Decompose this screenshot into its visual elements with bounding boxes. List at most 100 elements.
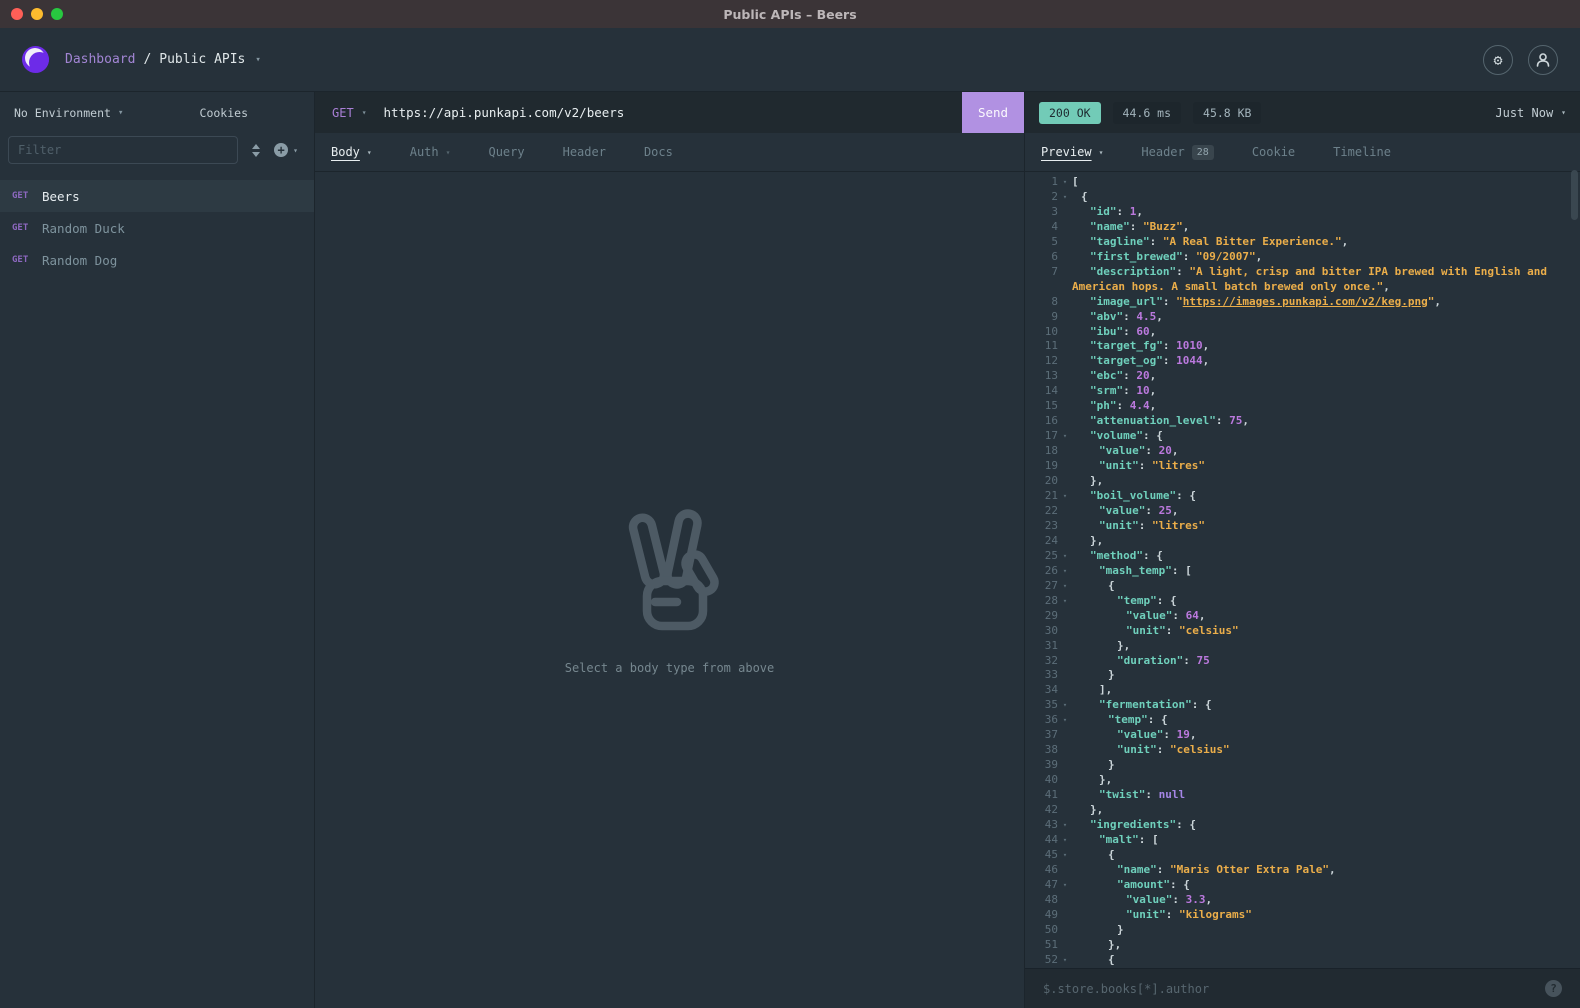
request-tab-body[interactable]: Body▾ (315, 133, 391, 171)
fold-arrow-icon[interactable]: ▾ (1058, 175, 1072, 190)
code-line: 43▾"ingredients": { (1025, 818, 1580, 833)
code-line: 34], (1025, 683, 1580, 698)
fold-spacer (1058, 325, 1072, 340)
line-number: 32 (1025, 654, 1058, 669)
breadcrumb-workspace[interactable]: Public APIs (159, 52, 245, 67)
request-list-item-random-duck[interactable]: GETRandom Duck (0, 212, 314, 244)
cookies-button[interactable]: Cookies (200, 106, 248, 120)
fold-spacer (1058, 803, 1072, 818)
response-tab-timeline[interactable]: Timeline (1314, 133, 1410, 171)
code-text: }, (1072, 773, 1580, 788)
minimize-window-button[interactable] (31, 8, 43, 20)
code-text: }, (1072, 639, 1580, 654)
line-number: 52 (1025, 953, 1058, 968)
json-token: "volume" (1090, 429, 1143, 442)
code-text: "value": 19, (1072, 728, 1580, 743)
url-input[interactable]: https://api.punkapi.com/v2/beers (381, 92, 962, 133)
fold-arrow-icon[interactable]: ▾ (1058, 878, 1072, 893)
response-history-dropdown[interactable]: Just Now ▾ (1495, 106, 1566, 120)
code-text: "id": 1, (1072, 205, 1580, 220)
json-token: : { (1176, 818, 1196, 831)
zoom-window-button[interactable] (51, 8, 63, 20)
fold-spacer (1058, 444, 1072, 459)
json-token: }, (1090, 803, 1103, 816)
http-method-tag: GET (12, 255, 42, 265)
request-tab-query[interactable]: Query (469, 133, 543, 171)
request-list-item-beers[interactable]: GETBeers (0, 180, 314, 212)
code-line: 3"id": 1, (1025, 205, 1580, 220)
json-token: "srm" (1090, 384, 1123, 397)
line-number: 29 (1025, 609, 1058, 624)
help-button[interactable]: ? (1545, 980, 1562, 997)
code-text: "fermentation": { (1072, 698, 1580, 713)
breadcrumb-dashboard-link[interactable]: Dashboard (65, 52, 135, 67)
request-tab-auth[interactable]: Auth▾ (391, 133, 470, 171)
request-list-item-random-dog[interactable]: GETRandom Dog (0, 244, 314, 276)
chevron-down-icon: ▾ (1561, 108, 1566, 117)
fold-arrow-icon[interactable]: ▾ (1058, 848, 1072, 863)
scrollbar-thumb[interactable] (1571, 170, 1578, 220)
chevron-down-icon: ▾ (446, 148, 451, 157)
request-tab-docs[interactable]: Docs (625, 133, 692, 171)
json-link[interactable]: https://images.punkapi.com/v2/keg.png (1183, 295, 1428, 308)
method-dropdown[interactable]: GET ▾ (315, 92, 381, 133)
fold-spacer (1058, 504, 1072, 519)
code-text: }, (1072, 803, 1580, 818)
response-filter-input[interactable] (1043, 982, 1535, 996)
json-token: "first_brewed" (1090, 250, 1183, 263)
request-name: Random Dog (42, 253, 117, 268)
json-token: "temp" (1108, 713, 1148, 726)
fold-spacer (1058, 310, 1072, 325)
sort-button[interactable] (250, 140, 262, 161)
add-request-button[interactable]: + ▾ (274, 143, 298, 157)
traffic-lights (0, 8, 63, 20)
insomnia-logo-icon[interactable] (22, 46, 49, 73)
close-window-button[interactable] (11, 8, 23, 20)
fold-arrow-icon[interactable]: ▾ (1058, 818, 1072, 833)
json-token: : (1183, 654, 1196, 667)
json-token: , (1329, 863, 1336, 876)
settings-button[interactable]: ⚙ (1483, 45, 1513, 75)
fold-arrow-icon[interactable]: ▾ (1058, 833, 1072, 848)
code-line: 49"unit": "kilograms" (1025, 908, 1580, 923)
response-tab-header[interactable]: Header28 (1122, 133, 1232, 171)
code-text: "value": 25, (1072, 504, 1580, 519)
fold-arrow-icon[interactable]: ▾ (1058, 564, 1072, 579)
filter-input[interactable] (8, 136, 238, 164)
response-tab-preview[interactable]: Preview▾ (1025, 133, 1122, 171)
code-line: 40}, (1025, 773, 1580, 788)
fold-arrow-icon[interactable]: ▾ (1058, 190, 1072, 205)
fold-spacer (1058, 863, 1072, 878)
fold-arrow-icon[interactable]: ▾ (1058, 549, 1072, 564)
send-button[interactable]: Send (962, 92, 1024, 133)
json-token: 1010 (1176, 339, 1203, 352)
json-token: "value" (1126, 893, 1172, 906)
line-number: 38 (1025, 743, 1058, 758)
json-token: : (1166, 908, 1179, 921)
json-token: , (1150, 384, 1157, 397)
line-number: 28 (1025, 594, 1058, 609)
json-token: 64 (1186, 609, 1199, 622)
fold-arrow-icon[interactable]: ▾ (1058, 579, 1072, 594)
chevron-down-icon[interactable]: ▾ (255, 55, 260, 65)
fold-arrow-icon[interactable]: ▾ (1058, 698, 1072, 713)
code-line: 37"value": 19, (1025, 728, 1580, 743)
line-number: 19 (1025, 459, 1058, 474)
line-number: 26 (1025, 564, 1058, 579)
fold-arrow-icon[interactable]: ▾ (1058, 594, 1072, 609)
json-token: { (1108, 953, 1115, 966)
environment-dropdown[interactable]: No Environment ▾ (14, 106, 123, 120)
fold-arrow-icon[interactable]: ▾ (1058, 713, 1072, 728)
json-token: "litres" (1152, 459, 1205, 472)
request-tab-header[interactable]: Header (544, 133, 625, 171)
json-token: : { (1143, 429, 1163, 442)
header-count-badge: 28 (1192, 145, 1214, 160)
fold-arrow-icon[interactable]: ▾ (1058, 489, 1072, 504)
response-tab-cookie[interactable]: Cookie (1233, 133, 1314, 171)
fold-arrow-icon[interactable]: ▾ (1058, 953, 1072, 968)
account-button[interactable] (1528, 45, 1558, 75)
line-number: 10 (1025, 325, 1058, 340)
code-line: 29"value": 64, (1025, 609, 1580, 624)
fold-arrow-icon[interactable]: ▾ (1058, 429, 1072, 444)
json-token: : (1123, 325, 1136, 338)
